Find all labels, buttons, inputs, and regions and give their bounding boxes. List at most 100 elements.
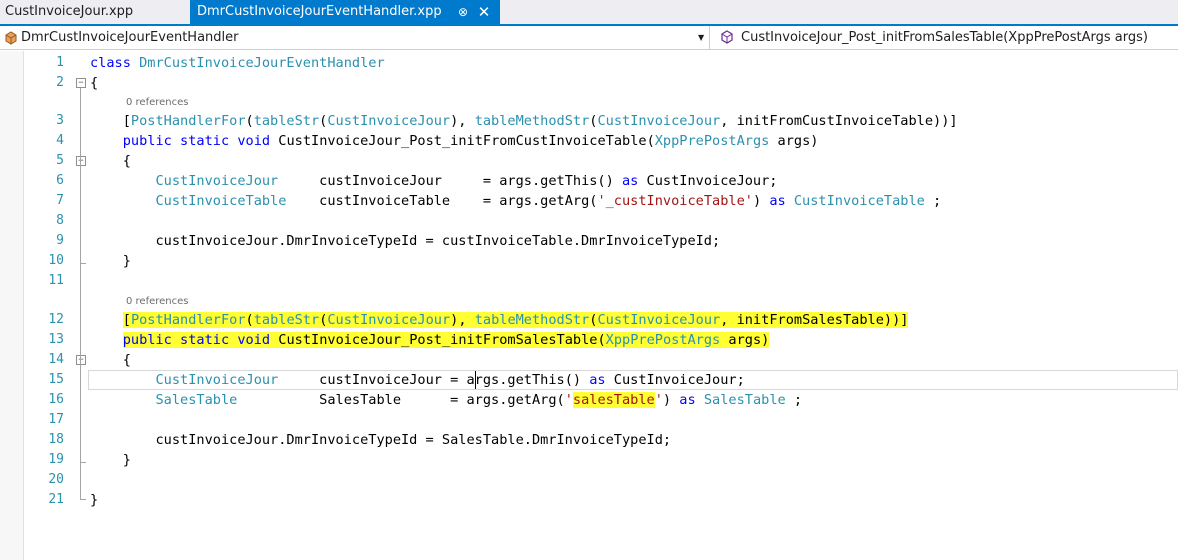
collapse-icon[interactable]: − (76, 156, 86, 166)
code-editor[interactable]: 1 class DmrCustInvoiceJourEventHandler 2−{… (0, 51, 1178, 560)
code-lens-references[interactable]: 0 references (126, 97, 189, 109)
class-dropdown[interactable]: DmrCustInvoiceJourEventHandler ▼ (0, 26, 710, 49)
close-icon[interactable]: ✕ (476, 0, 492, 24)
code-token: custInvoiceJour.DmrInvoiceTypeId = Sales… (90, 432, 672, 448)
code-token: , initFromCustInvoiceTable))] (720, 113, 958, 129)
chevron-down-icon: ▼ (698, 33, 705, 42)
code-text: custInvoiceJour.DmrInvoiceTypeId = custI… (90, 231, 720, 251)
code-text: { (90, 350, 131, 370)
code-lens-references[interactable]: 0 references (126, 296, 189, 308)
code-token: args) (769, 133, 819, 149)
code-token: SalesTable (703, 392, 786, 408)
code-token: PostHandlerFor (130, 312, 246, 328)
document-tab-strip: CustInvoiceJour.xpp DmrCustInvoiceJourEv… (0, 0, 1178, 26)
code-line[interactable]: 13 public static void CustInvoiceJour_Po… (0, 330, 1178, 350)
line-number: 13 (48, 332, 64, 347)
code-token: { (90, 75, 99, 91)
code-line[interactable]: 11 (0, 271, 1178, 291)
code-token: CustInvoiceJour_Post_initFromCustInvoice… (270, 133, 655, 149)
code-token: custInvoiceJour = args.getThis() (278, 372, 590, 388)
code-token: tableStr (253, 113, 320, 129)
code-token: void (237, 332, 271, 348)
pin-icon[interactable]: ⊗ (456, 0, 470, 24)
code-token: static (180, 332, 230, 348)
code-token: CustInvoiceJour_Post_initFromSalesTable( (270, 332, 606, 348)
member-dropdown[interactable]: CustInvoiceJour_Post_initFromSalesTable(… (741, 26, 1148, 49)
code-line[interactable]: 12 [PostHandlerFor(tableStr(CustInvoiceJ… (0, 310, 1178, 330)
code-line[interactable]: 2 −{ (0, 73, 1178, 93)
code-token: salesTable (572, 392, 655, 408)
code-token: CustInvoiceJour; (638, 173, 778, 189)
line-number: 15 (48, 372, 64, 387)
code-token: CustInvoiceJour (155, 173, 279, 189)
line-number: 3 (56, 113, 64, 128)
code-token: XppPrePostArgs (605, 332, 721, 348)
code-text: } (90, 490, 98, 510)
tab-custinvoicejour[interactable]: CustInvoiceJour.xpp (0, 0, 190, 24)
code-line[interactable]: 18 custInvoiceJour.DmrInvoiceTypeId = Sa… (0, 430, 1178, 450)
code-token: CustInvoiceJour (597, 113, 721, 129)
outline-guide (80, 365, 81, 462)
code-token: CustInvoiceJour (327, 113, 451, 129)
code-token: static (180, 133, 230, 149)
code-token: ( (245, 312, 254, 328)
code-line[interactable]: 17 (0, 410, 1178, 430)
tab-dmrcustinvoicejoureventhandler[interactable]: DmrCustInvoiceJourEventHandler.xpp ⊗ ✕ (190, 0, 500, 24)
code-line[interactable]: 8 (0, 211, 1178, 231)
code-token: ; (785, 392, 803, 408)
code-text: public static void CustInvoiceJour_Post_… (90, 330, 770, 350)
code-token: ) (662, 392, 680, 408)
code-text: public static void CustInvoiceJour_Post_… (90, 131, 819, 151)
code-line[interactable]: 19 } (0, 450, 1178, 470)
code-line[interactable]: 7 CustInvoiceTable custInvoiceTable = ar… (0, 191, 1178, 211)
code-token: DmrCustInvoiceJourEventHandler (139, 55, 385, 71)
code-line[interactable]: 21} (0, 490, 1178, 510)
code-token: CustInvoiceJour; (605, 372, 745, 388)
collapse-icon[interactable]: − (76, 78, 86, 88)
code-text: CustInvoiceJour custInvoiceJour = args.g… (90, 370, 745, 390)
code-text: { (90, 151, 131, 171)
collapse-icon[interactable]: − (76, 355, 86, 365)
code-token: void (237, 133, 271, 149)
text-caret (475, 371, 476, 389)
code-token: CustInvoiceJour (155, 372, 279, 388)
code-token: ( (245, 113, 254, 129)
line-number: 9 (56, 233, 64, 248)
outline-guide-end (80, 462, 86, 463)
code-line[interactable]: 5 − { (0, 151, 1178, 171)
code-line[interactable]: 6 CustInvoiceJour custInvoiceJour = args… (0, 171, 1178, 191)
code-line[interactable]: 1 class DmrCustInvoiceJourEventHandler (0, 53, 1178, 73)
code-token: SalesTable (155, 392, 238, 408)
tab-label: DmrCustInvoiceJourEventHandler.xpp (197, 4, 442, 19)
code-line[interactable]: 9 custInvoiceJour.DmrInvoiceTypeId = cus… (0, 231, 1178, 251)
code-token: as (769, 193, 786, 209)
code-line[interactable]: 20 (0, 470, 1178, 490)
class-dropdown-label: DmrCustInvoiceJourEventHandler (21, 30, 239, 45)
code-token: PostHandlerFor (130, 113, 246, 129)
line-number: 8 (56, 213, 64, 228)
code-line[interactable]: 3 [PostHandlerFor(tableStr(CustInvoiceJo… (0, 111, 1178, 131)
code-line[interactable]: 10 } (0, 251, 1178, 271)
line-number: 10 (48, 253, 64, 268)
code-text: CustInvoiceTable custInvoiceTable = args… (90, 191, 941, 211)
code-line[interactable]: 15 CustInvoiceJour custInvoiceJour = arg… (0, 370, 1178, 390)
code-line[interactable]: 4 public static void CustInvoiceJour_Pos… (0, 131, 1178, 151)
line-number: 14 (48, 352, 64, 367)
code-text: custInvoiceJour.DmrInvoiceTypeId = Sales… (90, 430, 671, 450)
code-line[interactable]: 16 SalesTable SalesTable = args.getArg('… (0, 390, 1178, 410)
line-number: 19 (48, 452, 64, 467)
line-number: 12 (48, 312, 64, 327)
code-token: XppPrePostArgs (654, 133, 770, 149)
code-line[interactable]: 14 − { (0, 350, 1178, 370)
code-token: custInvoiceJour = args.getThis() (278, 173, 622, 189)
code-token: CustInvoiceJour (597, 312, 721, 328)
method-icon (721, 30, 733, 44)
code-token: tableMethodStr (474, 312, 590, 328)
line-number: 17 (48, 412, 64, 427)
code-token: ), (450, 113, 475, 129)
